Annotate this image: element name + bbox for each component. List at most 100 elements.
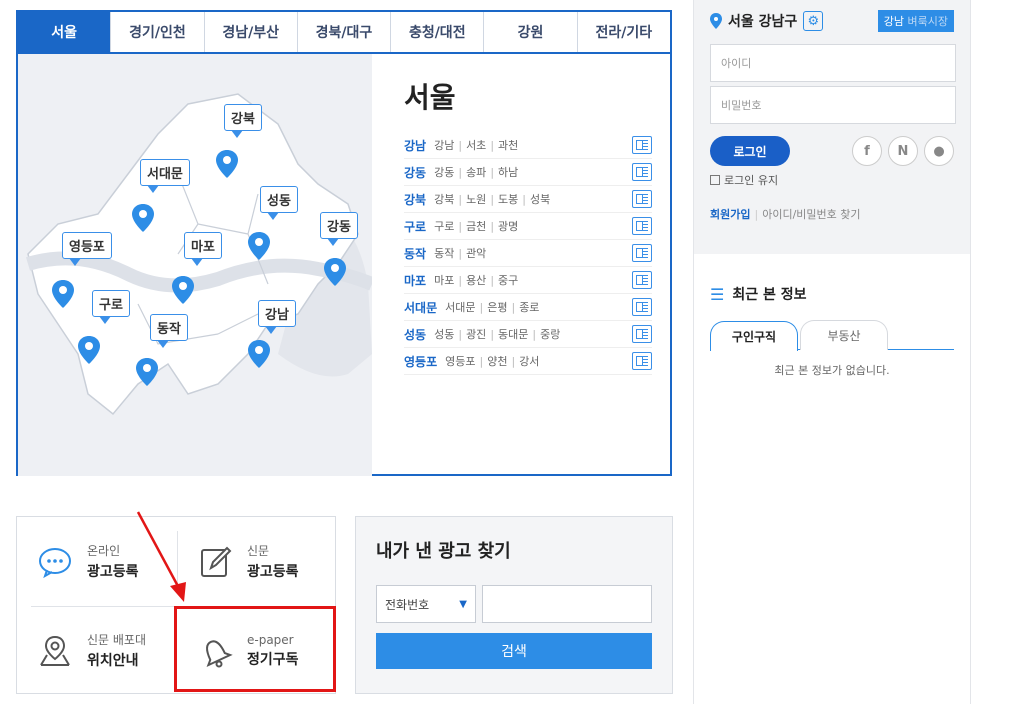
map-label-yeongdeungpo[interactable]: 영등포 xyxy=(62,232,112,266)
stand-location-link[interactable]: 신문 배포대 위치안내 xyxy=(17,606,177,695)
tab-gyeonggi-incheon[interactable]: 경기/인천 xyxy=(111,12,205,52)
area-name[interactable]: 마포 xyxy=(404,272,426,289)
kakao-login-icon[interactable]: ● xyxy=(924,136,954,166)
map-pin-icon[interactable] xyxy=(324,258,346,286)
map-label-dongjak[interactable]: 동작 xyxy=(150,314,188,348)
subregion-link[interactable]: 광명 xyxy=(498,220,518,233)
newspaper-icon[interactable] xyxy=(632,163,652,181)
newspaper-icon[interactable] xyxy=(632,217,652,235)
search-button[interactable]: 검색 xyxy=(376,633,652,669)
tab-gangwon[interactable]: 강원 xyxy=(484,12,578,52)
subregion-link[interactable]: 종로 xyxy=(519,301,539,314)
map-label-mapo[interactable]: 마포 xyxy=(184,232,222,266)
signup-link[interactable]: 회원가입 xyxy=(710,208,750,221)
area-name[interactable]: 강남 xyxy=(404,137,426,154)
subregion-link[interactable]: 광진 xyxy=(466,328,486,341)
area-name[interactable]: 서대문 xyxy=(404,299,437,316)
map-pin-icon[interactable] xyxy=(136,358,158,386)
subregion-link[interactable]: 용산 xyxy=(466,274,486,287)
subregion-link[interactable]: 강북 xyxy=(434,193,454,206)
subregion-link[interactable]: 강서 xyxy=(519,355,539,368)
id-input[interactable]: 아이디 xyxy=(710,44,956,82)
area-name[interactable]: 강북 xyxy=(404,191,426,208)
area-name[interactable]: 동작 xyxy=(404,245,426,262)
tab-jobs[interactable]: 구인구직 xyxy=(710,321,798,351)
tab-real-estate[interactable]: 부동산 xyxy=(800,320,888,350)
newspaper-icon[interactable] xyxy=(632,325,652,343)
subregion-link[interactable]: 성북 xyxy=(530,193,550,206)
area-row[interactable]: 강북 강북 | 노원 | 도봉 | 성북 xyxy=(404,186,652,213)
area-row[interactable]: 강동 강동 | 송파 | 하남 xyxy=(404,159,652,186)
subregion-link[interactable]: 강남 xyxy=(434,139,454,152)
subregion-link[interactable]: 강동 xyxy=(434,166,454,179)
search-type-select[interactable]: 전화번호 ▼ xyxy=(376,585,476,623)
gear-icon[interactable]: ⚙ xyxy=(803,11,824,31)
subregion-link[interactable]: 관악 xyxy=(466,247,486,260)
facebook-login-icon[interactable]: f xyxy=(852,136,882,166)
area-name[interactable]: 강동 xyxy=(404,164,426,181)
subregion-link[interactable]: 동대문 xyxy=(498,328,528,341)
map-label-guro[interactable]: 구로 xyxy=(92,290,130,324)
map-label-gangnam[interactable]: 강남 xyxy=(258,300,296,334)
subregion-link[interactable]: 금천 xyxy=(466,220,486,233)
map-pin-icon[interactable] xyxy=(216,150,238,178)
map-label-seongdong[interactable]: 성동 xyxy=(260,186,298,220)
area-row[interactable]: 구로 구로 | 금천 | 광명 xyxy=(404,213,652,240)
newspaper-icon[interactable] xyxy=(632,298,652,316)
area-row[interactable]: 영등포 영등포 | 양천 | 강서 xyxy=(404,348,652,375)
area-row[interactable]: 강남 강남 | 서초 | 과천 xyxy=(404,132,652,159)
subregion-link[interactable]: 동작 xyxy=(434,247,454,260)
subregion-link[interactable]: 서대문 xyxy=(445,301,475,314)
subregion-link[interactable]: 하남 xyxy=(498,166,518,179)
phone-number-input[interactable] xyxy=(482,585,652,623)
subregion-link[interactable]: 양천 xyxy=(487,355,507,368)
newspaper-icon[interactable] xyxy=(632,352,652,370)
subregion-link[interactable]: 도봉 xyxy=(498,193,518,206)
subregion-link[interactable]: 노원 xyxy=(466,193,486,206)
naver-login-icon[interactable]: N xyxy=(888,136,918,166)
map-pin-icon[interactable] xyxy=(132,204,154,232)
map-pin-icon[interactable] xyxy=(78,336,100,364)
area-row[interactable]: 서대문 서대문 | 은평 | 종로 xyxy=(404,294,652,321)
login-button[interactable]: 로그인 xyxy=(710,136,790,166)
subregion-link[interactable]: 구로 xyxy=(434,220,454,233)
subregion-link[interactable]: 과천 xyxy=(498,139,518,152)
map-label-gangbuk[interactable]: 강북 xyxy=(224,104,262,138)
epaper-subscribe-link[interactable]: e-paper 정기구독 xyxy=(177,606,337,695)
subregion-link[interactable]: 송파 xyxy=(466,166,486,179)
newspaper-icon[interactable] xyxy=(632,190,652,208)
map-pin-icon[interactable] xyxy=(172,276,194,304)
subregion-link[interactable]: 중랑 xyxy=(540,328,560,341)
subregion-link[interactable]: 은평 xyxy=(487,301,507,314)
region-badge[interactable]: 강남 벼룩시장 xyxy=(877,10,954,32)
newspaper-ad-register-link[interactable]: 신문 광고등록 xyxy=(177,517,337,606)
subregion-link[interactable]: 서초 xyxy=(466,139,486,152)
newspaper-icon[interactable] xyxy=(632,244,652,262)
subregion-link[interactable]: 영등포 xyxy=(445,355,475,368)
tab-chungcheong-daejeon[interactable]: 충청/대전 xyxy=(391,12,485,52)
map-label-gangdong[interactable]: 강동 xyxy=(320,212,358,246)
area-row[interactable]: 성동 성동 | 광진 | 동대문 | 중랑 xyxy=(404,321,652,348)
area-row[interactable]: 마포 마포 | 용산 | 중구 xyxy=(404,267,652,294)
tab-gyeongbuk-daegu[interactable]: 경북/대구 xyxy=(297,12,392,52)
newspaper-icon[interactable] xyxy=(632,271,652,289)
tab-jeolla-etc[interactable]: 전라/기타 xyxy=(577,12,670,52)
area-name[interactable]: 성동 xyxy=(404,326,426,343)
password-input[interactable]: 비밀번호 xyxy=(710,86,956,124)
subregion-link[interactable]: 마포 xyxy=(434,274,454,287)
subregion-link[interactable]: 중구 xyxy=(498,274,518,287)
newspaper-icon[interactable] xyxy=(632,136,652,154)
area-name[interactable]: 영등포 xyxy=(404,353,437,370)
tab-seoul[interactable]: 서울 xyxy=(18,12,112,52)
area-name[interactable]: 구로 xyxy=(404,218,426,235)
map-pin-icon[interactable] xyxy=(248,232,270,260)
keep-login-checkbox[interactable]: 로그인 유지 xyxy=(710,172,954,188)
find-account-link[interactable]: 아이디/비밀번호 찾기 xyxy=(762,208,860,221)
checkbox-icon[interactable] xyxy=(710,175,720,185)
area-row[interactable]: 동작 동작 | 관악 xyxy=(404,240,652,267)
map-label-seodaemun[interactable]: 서대문 xyxy=(140,159,190,193)
map-pin-icon[interactable] xyxy=(248,340,270,368)
tab-gyeongnam-busan[interactable]: 경남/부산 xyxy=(204,12,298,52)
map-pin-icon[interactable] xyxy=(52,280,74,308)
subregion-link[interactable]: 성동 xyxy=(434,328,454,341)
